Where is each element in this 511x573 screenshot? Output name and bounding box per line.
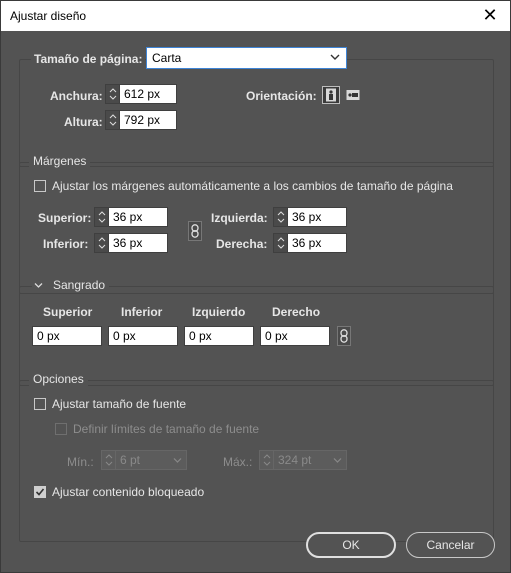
height-input[interactable]: 792 px [119, 110, 177, 130]
max-font-stepper[interactable]: 324 pt [259, 450, 347, 470]
bleed-section-header[interactable]: Sangrado [32, 278, 110, 292]
margin-top-label: Superior: [38, 211, 92, 225]
dialog-title: Ajustar diseño [10, 9, 87, 23]
stepper-arrows-icon[interactable] [105, 84, 119, 104]
adjust-locked-content-label: Ajustar contenido bloqueado [52, 485, 205, 499]
page-size-label: Tamaño de página: [31, 52, 146, 66]
min-font-label: Mín.: [67, 455, 94, 469]
bleed-top-input[interactable]: 0 px [32, 326, 102, 346]
margin-left-input[interactable]: 36 px [287, 207, 347, 227]
options-title: Opciones [29, 372, 88, 386]
landscape-orientation-icon[interactable] [344, 86, 362, 104]
margin-bottom-stepper[interactable]: 36 px [94, 233, 168, 253]
link-bleed-icon[interactable] [337, 326, 351, 346]
chevron-down-icon[interactable] [173, 456, 182, 465]
portrait-orientation-icon[interactable] [322, 86, 340, 104]
font-limits-label: Definir límites de tamaño de fuente [73, 422, 260, 436]
margin-top-input[interactable]: 36 px [108, 207, 168, 227]
margin-right-input[interactable]: 36 px [287, 233, 347, 253]
auto-margins-checkbox[interactable] [34, 180, 46, 192]
title-bar: Ajustar diseño ✕ [1, 1, 510, 31]
bleed-left-label: Izquierdo [192, 305, 246, 319]
dialog-body: Tamaño de página: Carta Anchura: 612 px … [1, 31, 510, 572]
height-stepper[interactable]: 792 px [105, 110, 177, 130]
width-stepper[interactable]: 612 px [105, 84, 177, 104]
chevron-down-icon[interactable] [34, 281, 43, 290]
bleed-right-label: Derecho [272, 305, 321, 319]
height-label: Altura: [64, 115, 103, 129]
margin-top-stepper[interactable]: 36 px [94, 207, 168, 227]
margin-left-stepper[interactable]: 36 px [273, 207, 347, 227]
width-input[interactable]: 612 px [119, 84, 177, 104]
margin-bottom-input[interactable]: 36 px [108, 233, 168, 253]
min-font-input[interactable]: 6 pt [115, 450, 187, 470]
orientation-label: Orientación: [246, 89, 317, 103]
margin-right-stepper[interactable]: 36 px [273, 233, 347, 253]
stepper-arrows-icon[interactable] [101, 450, 115, 470]
stepper-arrows-icon[interactable] [259, 450, 273, 470]
chevron-down-icon [330, 54, 340, 60]
margins-title: Márgenes [29, 154, 91, 168]
margin-right-label: Derecha: [216, 237, 268, 251]
stepper-arrows-icon[interactable] [94, 207, 108, 227]
margin-left-label: Izquierda: [211, 211, 268, 225]
bleed-right-input[interactable]: 0 px [260, 326, 330, 346]
stepper-arrows-icon[interactable] [273, 207, 287, 227]
stepper-arrows-icon[interactable] [94, 233, 108, 253]
chevron-down-icon[interactable] [333, 456, 342, 465]
width-label: Anchura: [50, 89, 103, 103]
bleed-top-label: Superior [43, 305, 93, 319]
cancel-button[interactable]: Cancelar [406, 532, 495, 558]
close-icon[interactable]: ✕ [480, 6, 500, 26]
checkmark-icon [35, 488, 45, 496]
adjust-font-size-checkbox[interactable] [34, 398, 46, 410]
max-font-value: 324 pt [278, 453, 312, 467]
link-margins-icon[interactable] [188, 221, 202, 241]
font-limits-checkbox[interactable] [55, 423, 67, 435]
page-size-value: Carta [152, 51, 182, 65]
ok-button[interactable]: OK [306, 532, 396, 558]
bleed-bottom-label: Inferior [121, 305, 163, 319]
min-font-stepper[interactable]: 6 pt [101, 450, 187, 470]
stepper-arrows-icon[interactable] [273, 233, 287, 253]
page-size-group [19, 59, 494, 167]
auto-margins-label: Ajustar los márgenes automáticamente a l… [52, 179, 453, 193]
max-font-label: Máx.: [223, 455, 253, 469]
adjust-font-size-label: Ajustar tamaño de fuente [52, 397, 187, 411]
max-font-input[interactable]: 324 pt [273, 450, 347, 470]
adjust-layout-dialog: Ajustar diseño ✕ Tamaño de página: Carta… [0, 0, 511, 573]
adjust-locked-content-checkbox[interactable] [34, 486, 46, 498]
stepper-arrows-icon[interactable] [105, 110, 119, 130]
page-size-select[interactable]: Carta [146, 47, 347, 69]
bleed-title: Sangrado [53, 278, 106, 292]
bleed-bottom-input[interactable]: 0 px [108, 326, 178, 346]
bleed-left-input[interactable]: 0 px [184, 326, 254, 346]
min-font-value: 6 pt [120, 453, 141, 467]
margin-bottom-label: Inferior: [43, 237, 89, 251]
